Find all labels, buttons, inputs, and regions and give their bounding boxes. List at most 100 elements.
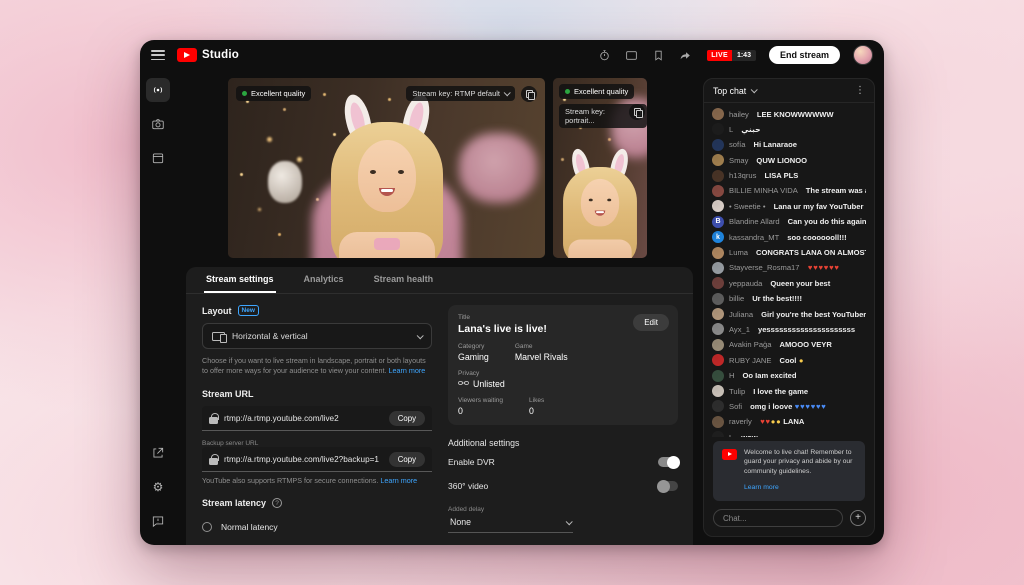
chat-avatar[interactable]: [712, 385, 724, 397]
chat-username[interactable]: Stayverse_Rosma17: [729, 263, 800, 272]
chat-text: Oo Iam excited: [742, 371, 796, 380]
chat-username[interactable]: Avakin Paģa: [729, 340, 772, 349]
chat-avatar[interactable]: [712, 354, 724, 366]
chat-username[interactable]: sofía: [729, 140, 745, 149]
added-delay-select[interactable]: None: [448, 513, 573, 533]
chat-avatar[interactable]: [712, 323, 724, 335]
tab-stream-health[interactable]: Stream health: [372, 267, 436, 293]
brand-label: Studio: [202, 49, 239, 61]
chat-avatar[interactable]: [712, 170, 724, 182]
chat-username[interactable]: H: [729, 371, 734, 380]
layout-help-text: Choose if you want to live stream in lan…: [202, 356, 432, 376]
chat-username[interactable]: raverly: [729, 417, 752, 426]
chat-username[interactable]: Blandine Allard: [729, 217, 780, 226]
settings-gear-icon[interactable]: ⚙: [146, 475, 170, 499]
stream-key-dropdown[interactable]: Stream key: RTMP default: [406, 86, 515, 101]
chat-text: omg i loove ♥♥♥♥♥♥: [750, 402, 826, 411]
unlisted-link-icon: [458, 379, 469, 389]
privacy-value: Unlisted: [473, 379, 505, 389]
likes-value: 0: [529, 406, 544, 416]
open-in-new-icon[interactable]: [146, 441, 170, 465]
category-block: Category Gaming: [458, 343, 489, 362]
account-avatar[interactable]: [853, 45, 873, 65]
chat-username[interactable]: BILLIE MINHA VIDA: [729, 186, 798, 195]
menu-hamburger-icon[interactable]: [151, 50, 165, 60]
help-icon[interactable]: ?: [272, 498, 282, 508]
chat-username[interactable]: Juliana: [729, 310, 753, 319]
chat-avatar[interactable]: k: [712, 231, 724, 243]
latency-option-low-latency[interactable]: Low-latency: [202, 538, 432, 545]
chat-avatar[interactable]: [712, 431, 724, 436]
youtube-studio-logo[interactable]: Studio: [177, 48, 239, 62]
chat-username[interactable]: Sofi: [729, 402, 742, 411]
chat-avatar[interactable]: [712, 139, 724, 151]
youtube-logo-icon: [177, 48, 197, 62]
chevron-down-icon: [751, 86, 758, 93]
notice-learn-more-link[interactable]: Learn more: [744, 484, 779, 491]
chat-text: ♥♥♥♥♥♥: [808, 263, 840, 272]
thumbnail-icon[interactable]: [624, 48, 638, 62]
tab-analytics[interactable]: Analytics: [302, 267, 346, 293]
chat-avatar[interactable]: [712, 185, 724, 197]
chat-avatar[interactable]: [712, 308, 724, 320]
chat-avatar[interactable]: [712, 108, 724, 120]
chat-avatar[interactable]: [712, 400, 724, 412]
chat-message: billieUr the best!!!!: [712, 293, 866, 305]
chat-username[interactable]: Luma: [729, 248, 748, 257]
chat-username[interactable]: Tulip: [729, 387, 745, 396]
live-broadcast-icon[interactable]: [146, 78, 170, 102]
learn-more-link[interactable]: Learn more: [388, 366, 425, 375]
chat-input-row: +: [704, 501, 874, 536]
chat-avatar[interactable]: [712, 277, 724, 289]
chat-username[interactable]: yeppauda: [729, 279, 762, 288]
share-icon[interactable]: [678, 48, 692, 62]
layout-select[interactable]: Horizontal & vertical: [202, 323, 432, 349]
copy-stream-url-button[interactable]: Copy: [389, 411, 425, 426]
chat-username[interactable]: Ayx_1: [729, 325, 750, 334]
edit-button[interactable]: Edit: [633, 314, 669, 331]
chat-username[interactable]: Smay: [729, 156, 748, 165]
chat-username[interactable]: billie: [729, 294, 744, 303]
chat-add-button[interactable]: +: [850, 510, 866, 526]
lock-icon: [209, 413, 218, 424]
feedback-icon[interactable]: [146, 509, 170, 533]
quality-badge: Excellent quality: [236, 86, 311, 101]
chat-avatar[interactable]: [712, 123, 724, 135]
end-stream-button[interactable]: End stream: [769, 46, 840, 64]
enable-dvr-toggle[interactable]: [658, 457, 678, 467]
chat-avatar[interactable]: [712, 262, 724, 274]
stopwatch-icon[interactable]: [597, 48, 611, 62]
chevron-down-icon: [417, 332, 424, 339]
chat-username[interactable]: L: [729, 433, 733, 437]
tab-stream-settings[interactable]: Stream settings: [204, 267, 276, 293]
chat-username[interactable]: hailey: [729, 110, 749, 119]
bookmark-icon[interactable]: [651, 48, 665, 62]
chat-avatar[interactable]: [712, 247, 724, 259]
chat-text: LEE KNOWWWWWW: [757, 110, 834, 119]
chat-avatar[interactable]: [712, 293, 724, 305]
streamer: [322, 96, 452, 258]
chat-username[interactable]: L: [729, 125, 733, 134]
copy-stream-key-button[interactable]: [521, 86, 537, 102]
chat-menu-icon[interactable]: ⋮: [855, 86, 865, 96]
chat-avatar[interactable]: [712, 154, 724, 166]
top-chat-dropdown[interactable]: Top chat: [713, 86, 756, 96]
latency-option-normal-latency[interactable]: Normal latency: [202, 515, 432, 538]
chat-username[interactable]: RUBY JANE: [729, 356, 771, 365]
manage-icon[interactable]: [146, 146, 170, 170]
360-video-toggle[interactable]: [658, 481, 678, 491]
chat-username[interactable]: h13qrus: [729, 171, 756, 180]
chat-avatar[interactable]: [712, 370, 724, 382]
chat-avatar[interactable]: [712, 416, 724, 428]
chat-avatar[interactable]: B: [712, 216, 724, 228]
chat-username[interactable]: • Sweetie •: [729, 202, 766, 211]
topbar: Studio LIVE 1:43 End stream: [140, 40, 884, 70]
copy-backup-url-button[interactable]: Copy: [389, 452, 425, 467]
chat-input[interactable]: [713, 509, 843, 527]
chat-avatar[interactable]: [712, 200, 724, 212]
camera-icon[interactable]: [146, 112, 170, 136]
learn-more-link[interactable]: Learn more: [380, 476, 417, 485]
chat-avatar[interactable]: [712, 339, 724, 351]
chat-username[interactable]: kassandra_MT: [729, 233, 779, 242]
copy-stream-key-button[interactable]: [629, 104, 645, 120]
